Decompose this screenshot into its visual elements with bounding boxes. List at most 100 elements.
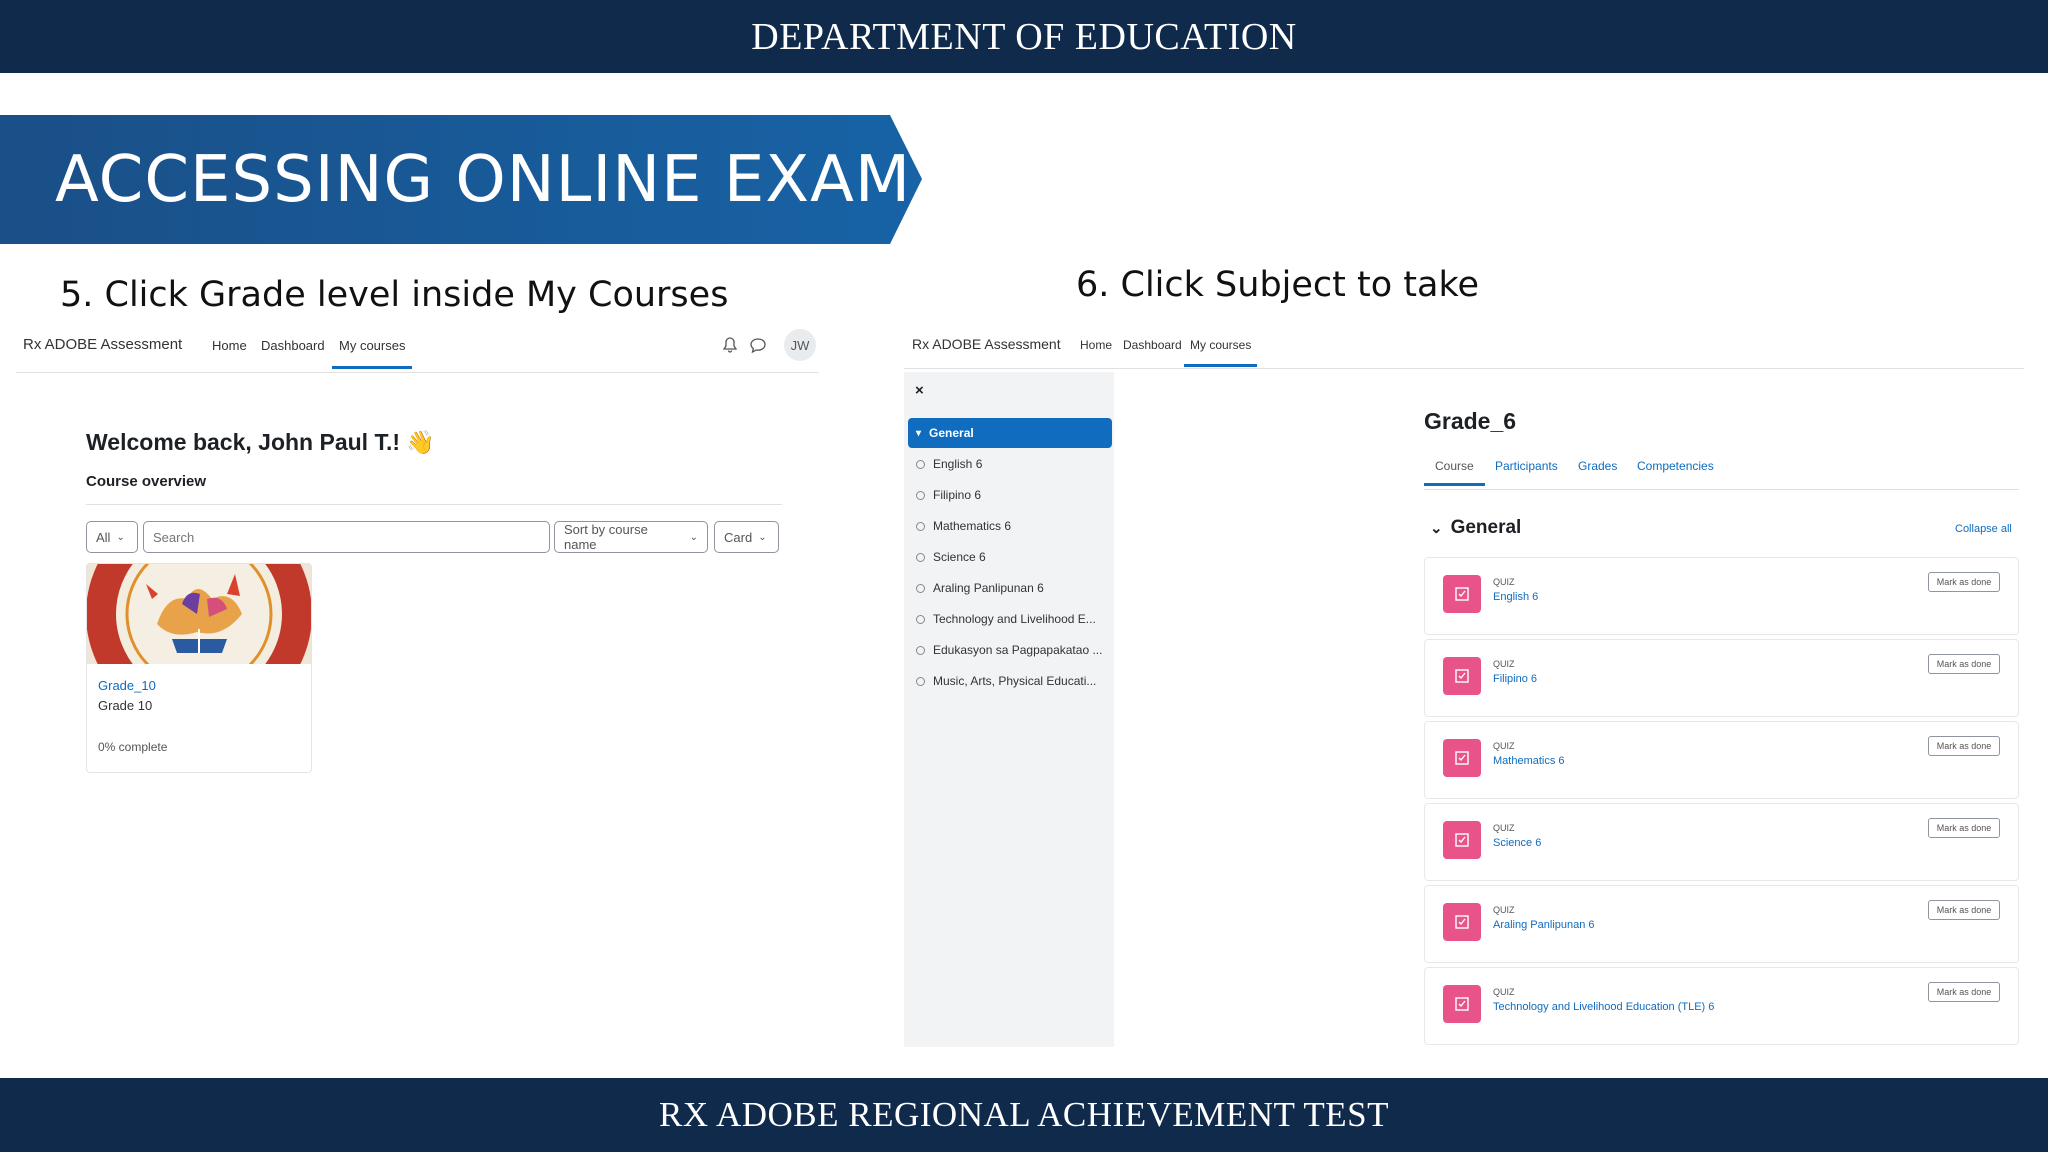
circle-icon — [916, 645, 925, 655]
collapse-all-link[interactable]: Collapse all — [1955, 523, 2012, 535]
course-search-input[interactable] — [143, 521, 550, 553]
course-name: Grade 10 — [98, 698, 153, 713]
course-card-image[interactable] — [87, 564, 311, 664]
footer-title: RX ADOBE REGIONAL ACHIEVEMENT TEST — [659, 1095, 1389, 1134]
user-avatar[interactable]: JW — [784, 329, 816, 361]
circle-icon — [916, 583, 925, 593]
circle-icon — [916, 614, 925, 624]
chevron-down-icon: ⌄ — [116, 531, 125, 543]
drawer-item-mathematics[interactable]: Mathematics 6 — [916, 519, 1011, 533]
drawer-item-mapeh[interactable]: Music, Arts, Physical Educati... — [916, 674, 1096, 688]
quiz-icon — [1443, 985, 1481, 1023]
course-card[interactable]: Grade_10 Grade 10 0% complete — [86, 563, 312, 773]
drawer-item-english[interactable]: English 6 — [916, 457, 982, 471]
drawer-item-label: Mathematics 6 — [933, 519, 1012, 533]
activity-filipino[interactable]: QUIZ Filipino 6 Mark as done — [1424, 639, 2019, 717]
section-header-general[interactable]: ⌄ General — [1430, 517, 1521, 539]
chat-icon[interactable] — [750, 338, 766, 358]
tabs-divider — [1424, 489, 2019, 490]
quiz-icon — [1443, 575, 1481, 613]
drawer-item-label: Araling Panlipunan 6 — [933, 581, 1044, 595]
quiz-icon — [1443, 657, 1481, 695]
activity-type: QUIZ — [1493, 577, 1515, 587]
mark-as-done-button[interactable]: Mark as done — [1928, 982, 2000, 1002]
title-banner: ACCESSING ONLINE EXAM — [0, 115, 922, 244]
mark-as-done-button[interactable]: Mark as done — [1928, 572, 2000, 592]
drawer-item-label: English 6 — [933, 457, 983, 471]
mark-as-done-button[interactable]: Mark as done — [1928, 818, 2000, 838]
tab-course[interactable]: Course — [1424, 459, 1485, 486]
drawer-item-science[interactable]: Science 6 — [916, 550, 986, 564]
drawer-item-tle[interactable]: Technology and Livelihood E... — [916, 612, 1096, 626]
mark-as-done-button[interactable]: Mark as done — [1928, 900, 2000, 920]
activity-type: QUIZ — [1493, 823, 1515, 833]
step-5-caption: 5. Click Grade level inside My Courses — [60, 275, 729, 315]
drawer-section-general[interactable]: ▾ General — [908, 418, 1112, 448]
view-label: Card — [724, 529, 753, 545]
course-index-drawer — [904, 372, 1114, 1047]
course-progress: 0% complete — [98, 740, 168, 754]
drawer-item-label: Technology and Livelihood E... — [933, 612, 1096, 626]
right-nav-divider — [904, 368, 2024, 369]
banner-title: ACCESSING ONLINE EXAM — [55, 142, 912, 217]
filter-all-dropdown[interactable]: All ⌄ — [86, 521, 138, 553]
sort-dropdown[interactable]: Sort by course name ⌄ — [554, 521, 708, 553]
left-brand[interactable]: Rx ADOBE Assessment — [23, 336, 182, 353]
quiz-icon — [1443, 903, 1481, 941]
tab-participants[interactable]: Participants — [1495, 459, 1558, 473]
right-nav-home[interactable]: Home — [1080, 338, 1112, 352]
left-nav-my-courses[interactable]: My courses — [332, 338, 413, 369]
activity-name[interactable]: Mathematics 6 — [1493, 755, 1565, 767]
tab-grades[interactable]: Grades — [1578, 459, 1617, 473]
course-overview-heading: Course overview — [86, 473, 207, 490]
drawer-item-filipino[interactable]: Filipino 6 — [916, 488, 981, 502]
top-title-bar: DEPARTMENT OF EDUCATION — [0, 0, 2048, 73]
activity-name[interactable]: Filipino 6 — [1493, 673, 1537, 685]
bell-icon[interactable] — [722, 337, 738, 358]
drawer-item-araling-panlipunan[interactable]: Araling Panlipunan 6 — [916, 581, 1044, 595]
activity-araling-panlipunan[interactable]: QUIZ Araling Panlipunan 6 Mark as done — [1424, 885, 2019, 963]
welcome-heading: Welcome back, John Paul T.! 👋 — [86, 429, 436, 455]
circle-icon — [916, 676, 925, 686]
activity-science[interactable]: QUIZ Science 6 Mark as done — [1424, 803, 2019, 881]
drawer-item-label: Edukasyon sa Pagpapakatao ... — [933, 643, 1103, 657]
left-nav-dashboard[interactable]: Dashboard — [261, 338, 325, 353]
activity-name[interactable]: English 6 — [1493, 591, 1538, 603]
course-link-grade-10[interactable]: Grade_10 — [98, 678, 156, 693]
tab-competencies[interactable]: Competencies — [1637, 459, 1714, 473]
activity-type: QUIZ — [1493, 741, 1515, 751]
chevron-down-icon: ⌄ — [758, 531, 767, 543]
bottom-title-bar: RX ADOBE REGIONAL ACHIEVEMENT TEST — [0, 1078, 2048, 1152]
filter-all-label: All — [96, 529, 111, 545]
right-nav-my-courses[interactable]: My courses — [1184, 338, 1258, 367]
circle-icon — [916, 521, 925, 531]
activity-mathematics[interactable]: QUIZ Mathematics 6 Mark as done — [1424, 721, 2019, 799]
circle-icon — [916, 552, 925, 562]
step-6-caption: 6. Click Subject to take — [1076, 265, 1479, 305]
sort-label: Sort by course name — [564, 522, 648, 552]
course-title: Grade_6 — [1424, 408, 1517, 434]
drawer-item-esp[interactable]: Edukasyon sa Pagpapakatao ... — [916, 643, 1102, 657]
activity-type: QUIZ — [1493, 659, 1515, 669]
right-brand[interactable]: Rx ADOBE Assessment — [912, 336, 1061, 352]
chevron-down-icon: ⌄ — [1430, 520, 1443, 537]
drawer-item-label: Music, Arts, Physical Educati... — [933, 674, 1097, 688]
activity-type: QUIZ — [1493, 905, 1515, 915]
activity-name[interactable]: Technology and Livelihood Education (TLE… — [1493, 1001, 1714, 1013]
mark-as-done-button[interactable]: Mark as done — [1928, 736, 2000, 756]
activity-tle[interactable]: QUIZ Technology and Livelihood Education… — [1424, 967, 2019, 1045]
view-dropdown[interactable]: Card ⌄ — [714, 521, 779, 553]
activity-name[interactable]: Science 6 — [1493, 837, 1541, 849]
right-nav-dashboard[interactable]: Dashboard — [1123, 338, 1182, 352]
activity-name[interactable]: Araling Panlipunan 6 — [1493, 919, 1595, 931]
close-drawer-icon[interactable]: × — [915, 382, 924, 399]
chevron-down-icon: ▾ — [916, 427, 922, 439]
mark-as-done-button[interactable]: Mark as done — [1928, 654, 2000, 674]
activity-type: QUIZ — [1493, 987, 1515, 997]
drawer-item-label: Science 6 — [933, 550, 986, 564]
left-nav-home[interactable]: Home — [212, 338, 247, 353]
activity-english[interactable]: QUIZ English 6 Mark as done — [1424, 557, 2019, 635]
chevron-down-icon: ⌄ — [689, 531, 698, 543]
quiz-icon — [1443, 739, 1481, 777]
deped-seal-icon — [87, 564, 311, 664]
